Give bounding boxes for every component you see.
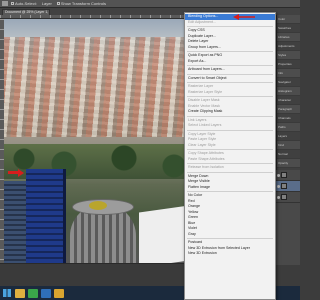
- menu-separator: [187, 129, 273, 131]
- menu-item-paste-shape-attributes: Paste Shape Attributes: [188, 156, 225, 161]
- layer-thumbnail: [281, 172, 287, 178]
- panel-info[interactable]: Info: [277, 69, 300, 78]
- menu-separator: [187, 238, 273, 239]
- glass-tower: [26, 169, 66, 263]
- menu-item-convert-to-smart-object[interactable]: Convert to Smart Object: [185, 76, 275, 82]
- chrome-icon[interactable]: [28, 288, 38, 298]
- red-arrow-annotation: [233, 14, 255, 20]
- layer-row[interactable]: [276, 192, 300, 203]
- menu-separator: [187, 163, 273, 164]
- menu-separator: [187, 26, 273, 27]
- panel-color[interactable]: Color: [277, 15, 300, 24]
- photoshop-window: Auto-Select: Layer Show Transform Contro…: [0, 0, 300, 300]
- menu-separator: [187, 65, 273, 66]
- panel-opacity[interactable]: Opacity: [277, 159, 300, 168]
- menu-separator: [187, 171, 273, 173]
- menu-separator: [187, 73, 273, 75]
- auto-select-checkbox[interactable]: [11, 2, 14, 5]
- options-bar: Auto-Select: Layer Show Transform Contro…: [0, 0, 300, 8]
- auto-select-label: Auto-Select:: [15, 1, 37, 6]
- menu-separator: [187, 191, 273, 192]
- panel-styles[interactable]: Styles: [277, 51, 300, 60]
- building: [4, 181, 26, 263]
- panel-paragraph[interactable]: Paragraph: [277, 105, 300, 114]
- folder-icon[interactable]: [54, 288, 64, 298]
- panel-channels[interactable]: Channels: [277, 114, 300, 123]
- menu-separator: [187, 96, 273, 97]
- layer-row[interactable]: [276, 170, 300, 181]
- menu-item-select-linked-layers: Select Linked Layers: [188, 123, 222, 127]
- eye-icon[interactable]: [277, 184, 280, 188]
- move-tool-icon[interactable]: [2, 1, 8, 6]
- red-marker-tip: [18, 169, 24, 177]
- panel-adjustments[interactable]: Adjustments: [277, 42, 300, 51]
- menu-item-export-as[interactable]: Export As...: [185, 59, 275, 65]
- explorer-icon[interactable]: [15, 288, 25, 298]
- panel-navigator[interactable]: Navigator: [277, 78, 300, 87]
- eye-icon[interactable]: [277, 195, 280, 199]
- layer-context-menu: Blending Options... Edit Adjustment... Cop…: [184, 12, 276, 300]
- layer-row-selected[interactable]: [276, 181, 300, 192]
- menu-separator: [187, 115, 273, 117]
- layer-dropdown[interactable]: Layer: [42, 1, 52, 6]
- menu-item-group-from-layers[interactable]: Group from Layers...: [185, 45, 275, 51]
- menu-item-flatten-image[interactable]: Flatten Image: [185, 185, 275, 191]
- menu-item-create-clipping-mask[interactable]: Create Clipping Mask: [185, 109, 275, 115]
- menu-item-edit-adjustment: Edit Adjustment...: [188, 19, 216, 24]
- panel-histogram[interactable]: Histogram: [277, 87, 300, 96]
- panel-paths[interactable]: Paths: [277, 123, 300, 132]
- transform-controls-label: Show Transform Controls: [60, 1, 106, 6]
- layer-thumbnail: [281, 194, 287, 200]
- menu-item-clear-layer-style: Clear Layer Style: [188, 142, 216, 147]
- layer-thumbnail: [281, 183, 287, 189]
- panel-normal[interactable]: Normal: [277, 150, 300, 159]
- layers-panel: [276, 170, 300, 265]
- windows-start-icon[interactable]: [3, 289, 11, 297]
- menu-item-artboard-from-layers[interactable]: Artboard from Layers...: [185, 67, 275, 73]
- panel-kind[interactable]: Kind: [277, 141, 300, 150]
- panel-layers[interactable]: Layers: [277, 132, 300, 141]
- panel-swatches[interactable]: Swatches: [277, 24, 300, 33]
- menu-separator: [187, 82, 273, 83]
- photoshop-icon[interactable]: [41, 288, 51, 298]
- eye-icon[interactable]: [277, 173, 280, 177]
- transform-controls-checkbox[interactable]: [56, 2, 60, 5]
- menu-item-rasterize-layer-style: Rasterize Layer Style: [188, 89, 223, 94]
- menu-separator: [187, 51, 273, 52]
- helipad: [89, 201, 107, 210]
- white-building: [139, 205, 189, 263]
- panel-properties[interactable]: Properties: [277, 60, 300, 69]
- menu-item-gray[interactable]: Gray: [185, 232, 275, 238]
- panel-character[interactable]: Character: [277, 96, 300, 105]
- menu-item-new-3d-extrusion[interactable]: New 3D Extrusion: [185, 251, 275, 257]
- menu-item-release-from-isolation: Release from Isolation: [188, 165, 224, 169]
- menu-separator: [187, 149, 273, 150]
- panel-libraries[interactable]: Libraries: [277, 33, 300, 42]
